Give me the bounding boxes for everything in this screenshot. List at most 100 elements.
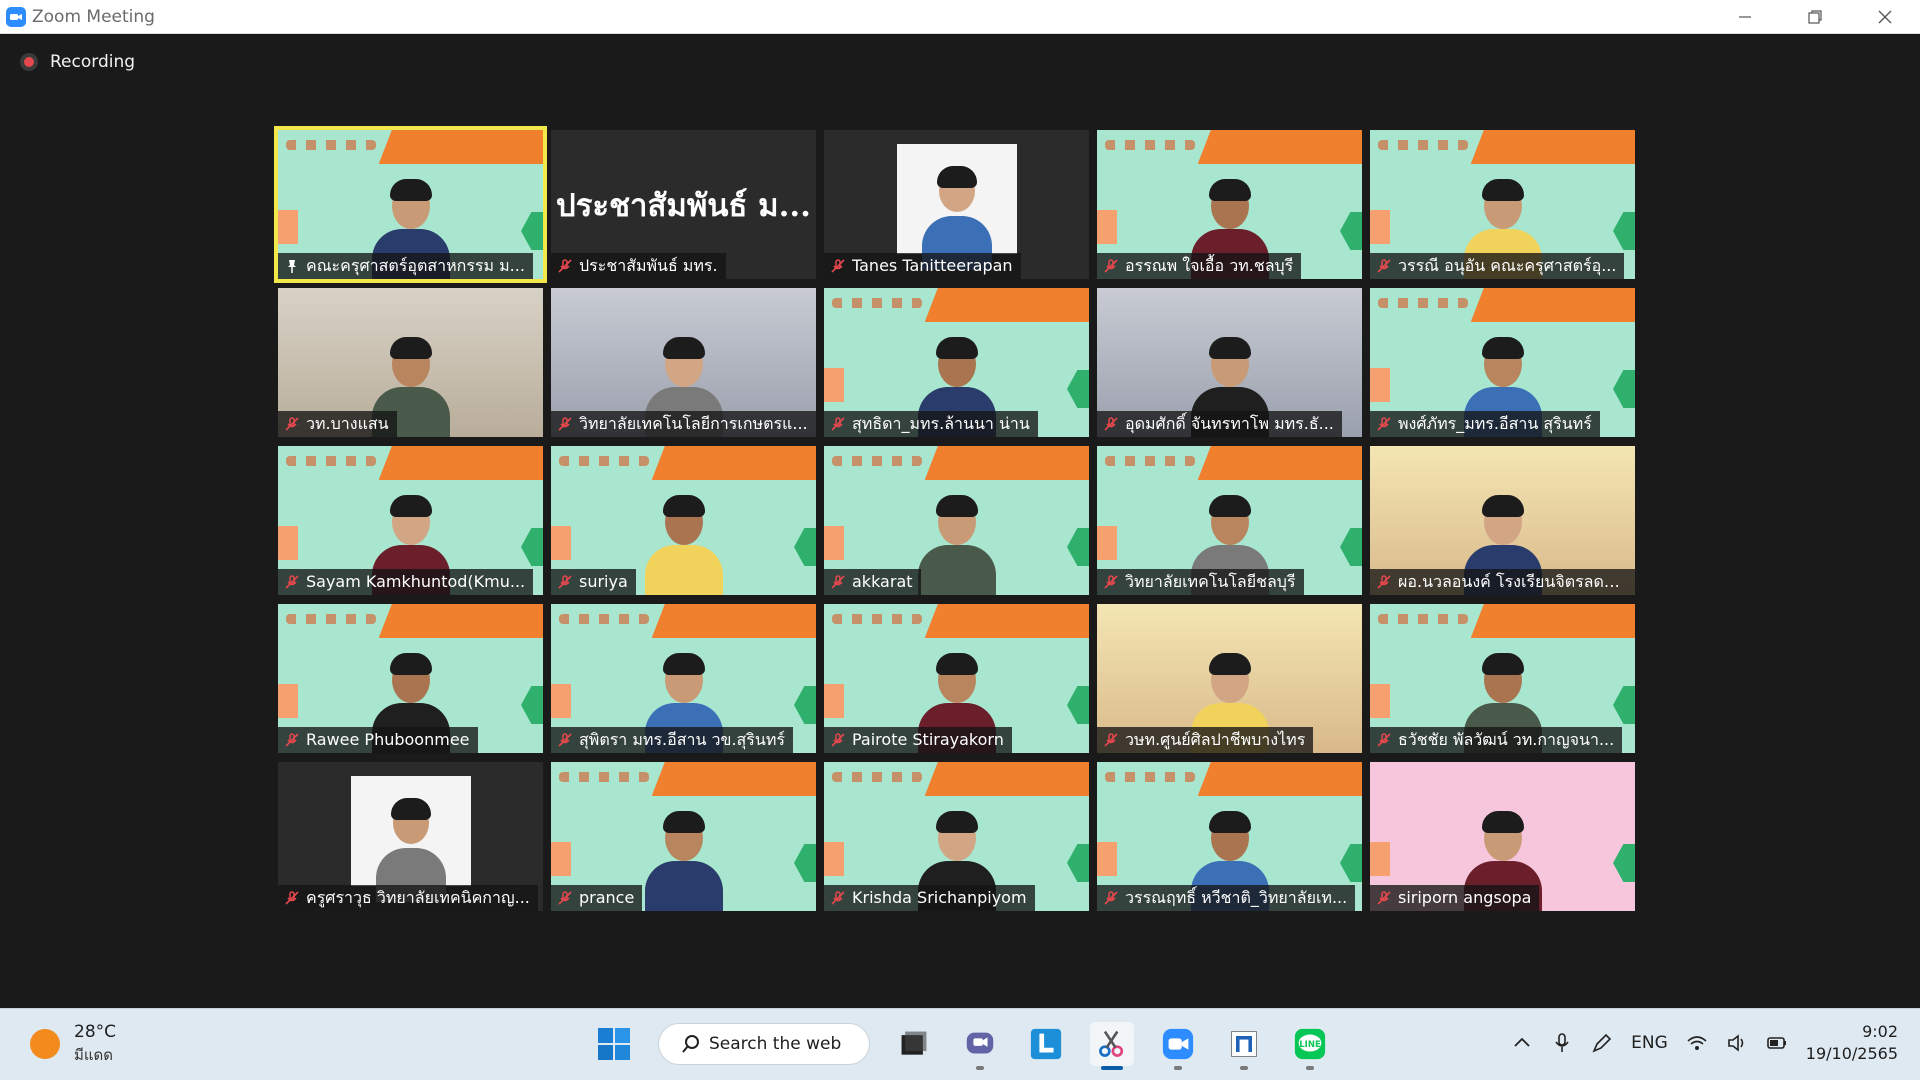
muted-mic-icon [831,575,845,589]
participant-name-tag: ธวัชชัย พัลวัฒน์ วท.กาญจนา... [1370,727,1623,753]
participant-tile[interactable]: Tanes Tanitteerapan [824,130,1089,279]
decor-shape [278,684,298,718]
participant-tile[interactable]: วิทยาลัยเทคโนโลยีการเกษตรแ... [551,288,816,437]
participant-tile[interactable]: พงศ์ภัทร_มทร.อีสาน สุรินทร์ [1370,288,1635,437]
muted-mic-icon [558,733,572,747]
close-button[interactable] [1850,0,1920,34]
zoom-button[interactable] [1156,1022,1200,1070]
participant-tile[interactable]: วษท.ศูนย์ศิลปาชีพบางไทร [1097,604,1362,753]
profile-photo [350,776,471,902]
clock[interactable]: 9:02 19/10/2565 [1806,1021,1898,1065]
minimize-icon [1739,16,1751,18]
muted-mic-icon [1377,259,1391,273]
wifi-icon[interactable] [1686,1032,1708,1054]
line-button[interactable]: LINE [1288,1022,1332,1070]
participant-name-tag: คณะครุศาสตร์อุตสาหกรรม ม... [278,253,533,279]
participant-name-tag: วรรณฤทธิ์ หวีชาติ_วิทยาลัยเท... [1097,885,1356,911]
svg-text:LINE: LINE [1299,1040,1321,1050]
participant-tile[interactable]: อุดมศักดิ์ จันทรทาโพ มทร.ธั... [1097,288,1362,437]
participant-tile[interactable]: akkarat [824,446,1089,595]
title-bar: Zoom Meeting [0,0,1920,34]
participant-tile[interactable]: สุทธิดา_มทร.ล้านนา น่าน [824,288,1089,437]
decor-shape [1613,844,1635,882]
muted-mic-icon [1104,417,1118,431]
window-title: Zoom Meeting [32,6,155,27]
file-explorer-button[interactable] [892,1022,936,1066]
participant-tile[interactable]: วท.บางแสน [278,288,543,437]
search-box[interactable]: Search the web [658,1023,870,1065]
muted-mic-icon [1104,575,1118,589]
minimize-button[interactable] [1710,0,1780,34]
l-app-button[interactable] [1024,1022,1068,1066]
decor-shape [1067,844,1089,882]
participant-name: พงศ์ภัทร_มทร.อีสาน สุรินทร์ [1398,414,1592,433]
decor-shape [521,686,543,724]
participant-tile[interactable]: วรรณี อนุอัน คณะครุศาสตร์อุ... [1370,130,1635,279]
restore-button[interactable] [1780,0,1850,34]
recording-indicator[interactable]: Recording [20,52,135,72]
participant-name-tag: prance [551,885,643,911]
participant-tile[interactable]: Sayam Kamkhuntod(Kmu... [278,446,543,595]
participant-tile[interactable]: suriya [551,446,816,595]
participant-name-tag: siriporn angsopa [1370,885,1540,911]
pen-icon[interactable] [1591,1032,1613,1054]
participant-tile[interactable]: Rawee Phuboonmee [278,604,543,753]
decor-shape [551,842,571,876]
participant-name: วรรณฤทธิ์ หวีชาติ_วิทยาลัยเท... [1125,888,1348,907]
decor-shape [1613,686,1635,724]
participant-name-tag: Tanes Tanitteerapan [824,253,1021,279]
muted-mic-icon [1104,891,1118,905]
participant-tile[interactable]: ประชาสัมพันธ์ ม... ประชาสัมพันธ์ มทร. [551,130,816,279]
volume-icon[interactable] [1726,1032,1748,1054]
start-button[interactable] [592,1022,636,1066]
taskbar: 28°C มีแดด Search the web LINE ENG 9:02 … [0,1008,1920,1080]
participant-name-tag: วิทยาลัยเทคโนโลยีการเกษตรแ... [551,411,816,437]
participant-tile[interactable]: Pairote Stirayakorn [824,604,1089,753]
decor-shape [1097,526,1117,560]
participant-name: วิทยาลัยเทคโนโลยีการเกษตรแ... [579,414,808,433]
participant-tile[interactable]: วิทยาลัยเทคโนโลยีชลบุรี [1097,446,1362,595]
participant-tile[interactable]: siriporn angsopa [1370,762,1635,911]
snipping-tool-button[interactable] [1090,1022,1134,1070]
decor-shape [278,526,298,560]
participant-tile[interactable]: ครูศราวุธ วิทยาลัยเทคนิคกาญ... [278,762,543,911]
participant-name: ประชาสัมพันธ์ มทร. [579,256,718,275]
file-explorer-icon [901,1031,927,1055]
teams-button[interactable] [958,1022,1002,1070]
participant-tile[interactable]: prance [551,762,816,911]
participant-name-tag: พงศ์ภัทร_มทร.อีสาน สุรินทร์ [1370,411,1600,437]
recording-label: Recording [50,52,136,72]
decor-shape [521,528,543,566]
window-controls [1710,0,1920,34]
participant-tile[interactable]: วรรณฤทธิ์ หวีชาติ_วิทยาลัยเท... [1097,762,1362,911]
participant-tile[interactable]: ผอ.นวลอนงค์ โรงเรียนจิตรลดา... [1370,446,1635,595]
participant-tile[interactable]: Krishda Srichanpiyom [824,762,1089,911]
decor-shape [824,368,844,402]
participant-tile[interactable]: คณะครุศาสตร์อุตสาหกรรม ม... [274,126,547,283]
participant-tile[interactable]: สุพิตรา มทร.อีสาน วข.สุรินทร์ [551,604,816,753]
muted-mic-icon [1377,891,1391,905]
microphone-icon[interactable] [1551,1032,1573,1054]
participant-name-tag: สุพิตรา มทร.อีสาน วข.สุรินทร์ [551,727,793,753]
meeting-area: Recording คณะครุศาสตร์อุตสาหกรรม ม... ประ… [0,34,1920,1008]
participant-name: คณะครุศาสตร์อุตสาหกรรม ม... [306,256,525,275]
weather-widget[interactable]: 28°C มีแดด [30,1021,116,1067]
decor-shape [1067,370,1089,408]
participant-name-tag: อุดมศักดิ์ จันทรทาโพ มทร.ธั... [1097,411,1342,437]
battery-icon[interactable] [1766,1032,1788,1054]
start-icon [598,1028,630,1060]
muted-mic-icon [831,259,845,273]
language-indicator[interactable]: ENG [1631,1033,1668,1053]
participant-video [921,162,992,270]
participant-tile[interactable]: อรรณพ ใจเอื้อ วท.ชลบุรี [1097,130,1362,279]
participant-name-tag: วรรณี อนุอัน คณะครุศาสตร์อุ... [1370,253,1625,279]
news-icon [1231,1031,1257,1057]
participant-video [914,491,1000,595]
decor-shape [794,686,816,724]
chevron-up-icon[interactable] [1511,1032,1533,1054]
decor-shape [1097,842,1117,876]
participant-tile[interactable]: ธวัชชัย พัลวัฒน์ วท.กาญจนา... [1370,604,1635,753]
participant-name: สุทธิดา_มทร.ล้านนา น่าน [852,414,1030,433]
news-button[interactable] [1222,1022,1266,1070]
clock-date: 19/10/2565 [1805,1044,1898,1063]
